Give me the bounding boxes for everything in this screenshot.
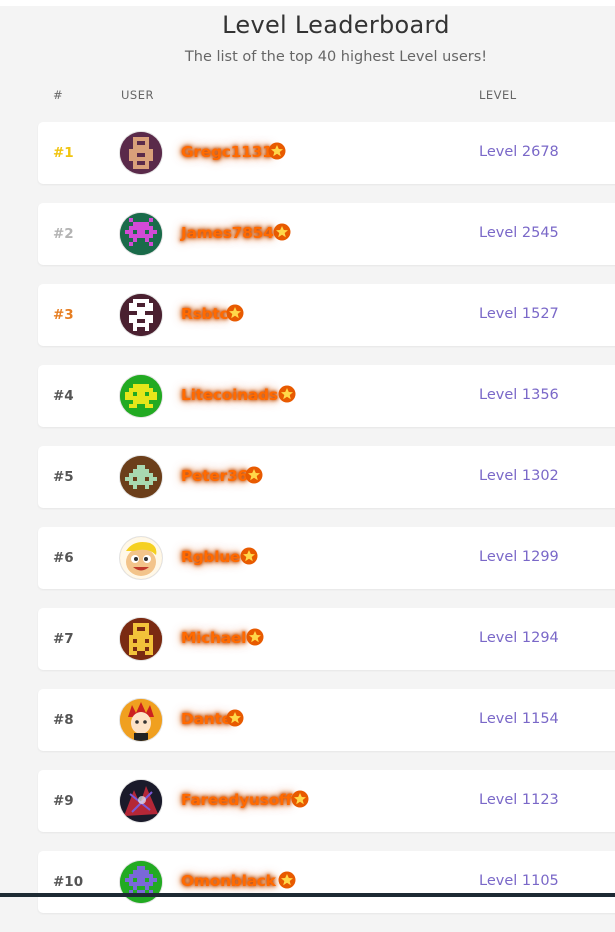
dark-art-avatar-icon[interactable] xyxy=(120,780,162,822)
star-icon xyxy=(226,709,244,727)
leaderboard-row[interactable]: #1 Gregc1131 Level 2678 xyxy=(38,122,615,184)
username-link[interactable]: Omonblack xyxy=(181,872,276,890)
leaderboard-row[interactable]: #3 Rsbtc Level 1527 xyxy=(38,284,615,346)
leaderboard-header: Level Leaderboard The list of the top 40… xyxy=(0,8,615,65)
username-link[interactable]: Fareedyusoff xyxy=(181,791,292,809)
star-icon xyxy=(226,304,244,322)
star-icon xyxy=(291,790,309,808)
cartoon-face-avatar-icon[interactable] xyxy=(120,537,162,579)
leaderboard-list: #1 Gregc1131 Level 2678 #2 James7854 Level 25… xyxy=(38,122,615,932)
rank-number: #4 xyxy=(53,388,74,404)
column-header-rank: # xyxy=(53,88,64,102)
rank-number: #5 xyxy=(53,469,74,485)
level-value: Level 1294 xyxy=(479,630,559,646)
username-link[interactable]: Litecoinads xyxy=(181,386,278,404)
username-link[interactable]: Rsbtc xyxy=(181,305,229,323)
pixel-avatar-icon[interactable] xyxy=(120,213,162,255)
level-value: Level 1527 xyxy=(479,306,559,322)
level-value: Level 2545 xyxy=(479,225,559,241)
pixel-avatar-icon[interactable] xyxy=(120,618,162,660)
leaderboard-row[interactable]: #10 Omonblack Level 1105 xyxy=(38,851,615,913)
level-value: Level 1302 xyxy=(479,468,559,484)
username-link[interactable]: James7854 xyxy=(181,224,274,242)
star-icon xyxy=(245,466,263,484)
star-icon xyxy=(273,223,291,241)
star-icon xyxy=(246,628,264,646)
username-link[interactable]: Michael xyxy=(181,629,246,647)
leaderboard-row[interactable]: #7 Michael Level 1294 xyxy=(38,608,615,670)
top-strip xyxy=(0,0,615,6)
level-value: Level 1123 xyxy=(479,792,559,808)
level-value: Level 1105 xyxy=(479,873,559,889)
star-icon xyxy=(268,142,286,160)
pixel-avatar-icon[interactable] xyxy=(120,132,162,174)
page-subtitle: The list of the top 40 highest Level use… xyxy=(184,49,488,65)
username-link[interactable]: Gregc1131 xyxy=(181,143,273,161)
pixel-avatar-icon[interactable] xyxy=(120,456,162,498)
leaderboard-row[interactable]: #8 Dante Level 1154 xyxy=(38,689,615,751)
pixel-avatar-icon[interactable] xyxy=(120,375,162,417)
bottom-bar xyxy=(0,893,615,897)
level-value: Level 2678 xyxy=(479,144,559,160)
leaderboard-row[interactable]: #6 Rgblue Level 1299 xyxy=(38,527,615,589)
page-title: Level Leaderboard xyxy=(222,11,450,39)
username-link[interactable]: Peter36 xyxy=(181,467,248,485)
leaderboard-row[interactable]: #4 Litecoinads Level 1356 xyxy=(38,365,615,427)
rank-number: #2 xyxy=(53,226,74,242)
column-header-user: USER xyxy=(121,88,154,102)
pixel-avatar-icon[interactable] xyxy=(120,294,162,336)
anime-avatar-icon[interactable] xyxy=(120,699,162,741)
rank-number: #1 xyxy=(53,145,74,161)
rank-number: #9 xyxy=(53,793,74,809)
leaderboard-row[interactable]: #9 Fareedyusoff Level 1123 xyxy=(38,770,615,832)
star-icon xyxy=(278,871,296,889)
rank-number: #6 xyxy=(53,550,74,566)
rank-number: #8 xyxy=(53,712,74,728)
leaderboard-row[interactable]: #5 Peter36 Level 1302 xyxy=(38,446,615,508)
level-value: Level 1299 xyxy=(479,549,559,565)
leaderboard-row[interactable]: #2 James7854 Level 2545 xyxy=(38,203,615,265)
level-value: Level 1154 xyxy=(479,711,559,727)
star-icon xyxy=(278,385,296,403)
username-link[interactable]: Rgblue xyxy=(181,548,240,566)
rank-number: #3 xyxy=(53,307,74,323)
rank-number: #7 xyxy=(53,631,74,647)
username-link[interactable]: Dante xyxy=(181,710,232,728)
level-value: Level 1356 xyxy=(479,387,559,403)
column-header-level: LEVEL xyxy=(479,88,517,102)
rank-number: #10 xyxy=(53,874,84,890)
star-icon xyxy=(240,547,258,565)
